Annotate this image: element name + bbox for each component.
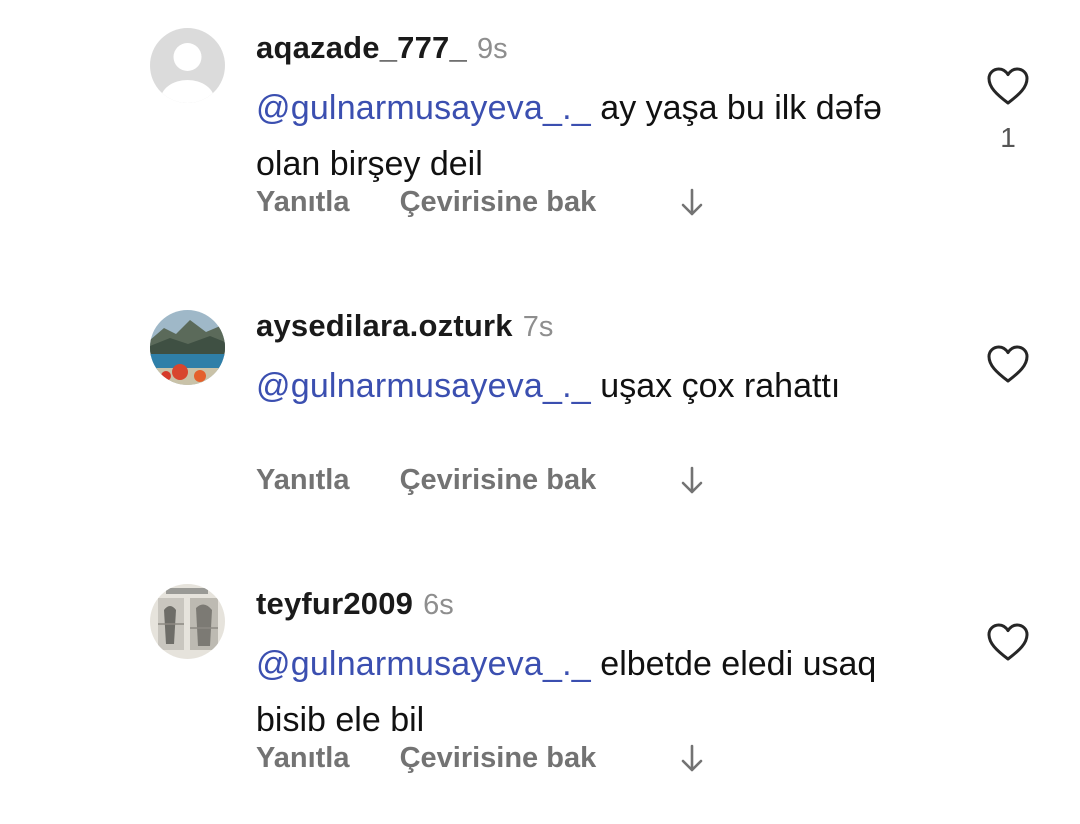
comment-header: aqazade_777_ 9s: [256, 28, 508, 68]
comment-header: teyfur2009 6s: [256, 584, 454, 624]
landscape-photo-icon: [150, 310, 225, 385]
mention-link[interactable]: @gulnarmusayeva_._: [256, 645, 591, 683]
see-translation-button[interactable]: Çevirisine bak: [400, 180, 597, 224]
at-icon: @: [256, 645, 291, 683]
mention-name: gulnarmusayeva_._: [290, 645, 591, 683]
arrow-down-icon[interactable]: [678, 736, 706, 780]
comment-actions: Yanıtla Çevirisine bak: [256, 180, 706, 224]
username[interactable]: aqazade_777_: [256, 30, 467, 65]
comment-actions: Yanıtla Çevirisine bak: [256, 458, 706, 502]
timestamp: 6s: [423, 589, 454, 621]
mention-name: gulnarmusayeva_._: [290, 89, 591, 127]
username[interactable]: teyfur2009: [256, 586, 413, 621]
comment-item: aqazade_777_ 9s @gulnarmusayeva_._ ay yaş…: [0, 28, 1080, 268]
comment-body: uşax çox rahattı: [590, 367, 841, 405]
timestamp: 7s: [522, 311, 554, 343]
comment-actions: Yanıtla Çevirisine bak: [256, 736, 706, 780]
like-area: 1: [978, 66, 1038, 155]
arrow-down-icon[interactable]: [678, 180, 706, 224]
like-area: [978, 344, 1038, 399]
default-avatar-icon: [150, 28, 225, 103]
comment-text: @gulnarmusayeva_._ uşax çox rahattı: [256, 358, 946, 414]
comment-item: teyfur2009 6s @gulnarmusayeva_._ elbetde …: [0, 584, 1080, 824]
mention-name: gulnarmusayeva_._: [290, 367, 591, 405]
like-area: [978, 622, 1038, 677]
at-icon: @: [256, 367, 291, 405]
comment-text: @gulnarmusayeva_._ elbetde eledi usaq bi…: [256, 636, 946, 748]
like-count: 1: [1000, 122, 1016, 153]
avatar[interactable]: [150, 310, 225, 385]
heart-icon[interactable]: [986, 622, 1030, 662]
at-icon: @: [256, 89, 291, 127]
reply-button[interactable]: Yanıtla: [256, 458, 350, 502]
avatar[interactable]: [150, 28, 225, 103]
sketch-photo-icon: [150, 584, 225, 659]
avatar[interactable]: [150, 584, 225, 659]
reply-button[interactable]: Yanıtla: [256, 180, 350, 224]
heart-icon[interactable]: [986, 66, 1030, 106]
see-translation-button[interactable]: Çevirisine bak: [400, 736, 597, 780]
comment-header: aysedilara.ozturk 7s: [256, 306, 553, 346]
mention-link[interactable]: @gulnarmusayeva_._: [256, 367, 591, 405]
heart-icon[interactable]: [986, 344, 1030, 384]
comment-item: aysedilara.ozturk 7s @gulnarmusayeva_._ u…: [0, 306, 1080, 546]
see-translation-button[interactable]: Çevirisine bak: [400, 458, 597, 502]
mention-link[interactable]: @gulnarmusayeva_._: [256, 89, 591, 127]
timestamp: 9s: [476, 33, 508, 65]
username[interactable]: aysedilara.ozturk: [256, 308, 513, 343]
reply-button[interactable]: Yanıtla: [256, 736, 350, 780]
arrow-down-icon[interactable]: [678, 458, 706, 502]
comment-text: @gulnarmusayeva_._ ay yaşa bu ilk dəfə o…: [256, 80, 946, 192]
